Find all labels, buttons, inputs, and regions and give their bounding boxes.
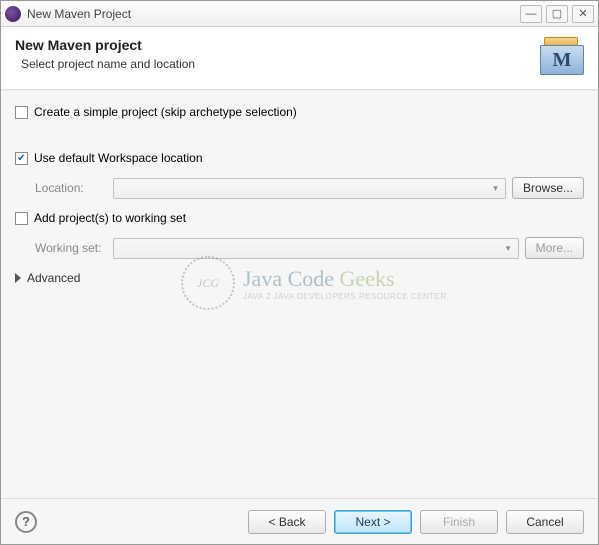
workingset-row: Working set: ▾ More... [15, 237, 584, 259]
window-controls: — ▢ ✕ [520, 5, 594, 23]
wizard-button-bar: ? < Back Next > Finish Cancel [1, 498, 598, 544]
wizard-description: Select project name and location [15, 57, 195, 71]
more-button[interactable]: More... [525, 237, 584, 259]
cancel-button[interactable]: Cancel [506, 510, 584, 534]
maven-wizard-icon: M [540, 37, 584, 77]
location-label: Location: [35, 181, 113, 195]
minimize-button[interactable]: — [520, 5, 542, 23]
workingset-label: Add project(s) to working set [34, 211, 186, 225]
simple-project-label: Create a simple project (skip archetype … [34, 105, 297, 119]
simple-project-checkbox[interactable] [15, 106, 28, 119]
next-button[interactable]: Next > [334, 510, 412, 534]
default-workspace-row: Use default Workspace location [15, 151, 584, 165]
watermark-tagline: Java 2 Java Developers Resource Center [243, 292, 447, 301]
default-workspace-checkbox[interactable] [15, 152, 28, 165]
advanced-expander[interactable]: Advanced [15, 271, 584, 285]
wizard-content: Create a simple project (skip archetype … [1, 90, 598, 498]
titlebar: New Maven Project — ▢ ✕ [1, 1, 598, 27]
location-row: Location: ▾ Browse... [15, 177, 584, 199]
location-combo[interactable]: ▾ [113, 178, 506, 199]
finish-button[interactable]: Finish [420, 510, 498, 534]
maximize-button[interactable]: ▢ [546, 5, 568, 23]
wizard-window: New Maven Project — ▢ ✕ New Maven projec… [0, 0, 599, 545]
workingset-combo[interactable]: ▾ [113, 238, 519, 259]
workingset-checkbox-row: Add project(s) to working set [15, 211, 584, 225]
triangle-right-icon [15, 273, 21, 283]
chevron-down-icon: ▾ [488, 181, 503, 196]
browse-button[interactable]: Browse... [512, 177, 584, 199]
workingset-checkbox[interactable] [15, 212, 28, 225]
maven-m-icon: M [540, 45, 584, 75]
chevron-down-icon: ▾ [501, 241, 516, 256]
wizard-header-text: New Maven project Select project name an… [15, 37, 195, 71]
workingset-field-label: Working set: [35, 241, 113, 255]
eclipse-icon [5, 6, 21, 22]
wizard-header: New Maven project Select project name an… [1, 27, 598, 90]
close-button[interactable]: ✕ [572, 5, 594, 23]
help-button[interactable]: ? [15, 511, 37, 533]
advanced-label: Advanced [27, 271, 80, 285]
default-workspace-label: Use default Workspace location [34, 151, 203, 165]
back-button[interactable]: < Back [248, 510, 326, 534]
simple-project-row: Create a simple project (skip archetype … [15, 105, 584, 119]
wizard-title: New Maven project [15, 37, 195, 53]
window-title: New Maven Project [27, 7, 520, 21]
